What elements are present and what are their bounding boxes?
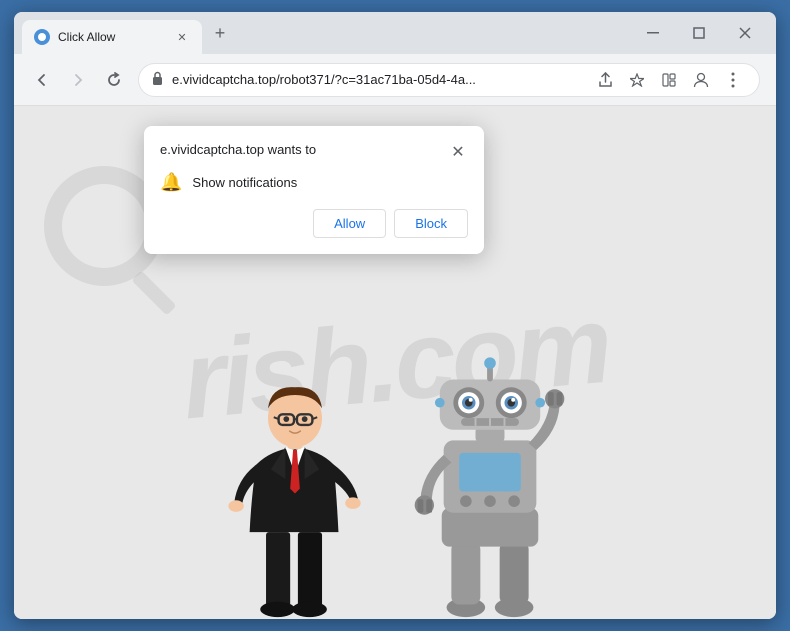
- tab-favicon-icon: [34, 29, 50, 45]
- popup-buttons: Allow Block: [160, 209, 468, 238]
- address-bar[interactable]: e.vividcaptcha.top/robot371/?c=31ac71ba-…: [138, 63, 760, 97]
- bookmark-icon[interactable]: [623, 66, 651, 94]
- share-icon[interactable]: [591, 66, 619, 94]
- new-tab-button[interactable]: +: [206, 19, 234, 47]
- browser-window: Click Allow ✕ +: [14, 12, 776, 619]
- extension-icon[interactable]: [655, 66, 683, 94]
- notification-popup: e.vividcaptcha.top wants to ✕ 🔔 Show not…: [144, 126, 484, 254]
- bell-icon: 🔔: [160, 172, 182, 193]
- popup-close-button[interactable]: ✕: [448, 142, 468, 162]
- profile-icon[interactable]: [687, 66, 715, 94]
- maximize-button[interactable]: [676, 17, 722, 49]
- notification-label: Show notifications: [192, 175, 297, 190]
- forward-button[interactable]: [62, 64, 94, 96]
- refresh-button[interactable]: [98, 64, 130, 96]
- navigation-bar: e.vividcaptcha.top/robot371/?c=31ac71ba-…: [14, 54, 776, 106]
- title-bar: Click Allow ✕ +: [14, 12, 776, 54]
- characters-illustration: [145, 339, 645, 619]
- robot-illustration: [400, 339, 580, 619]
- menu-icon[interactable]: [719, 66, 747, 94]
- tab-title: Click Allow: [58, 30, 166, 44]
- back-button[interactable]: [26, 64, 58, 96]
- page-content: rish.com: [14, 106, 776, 619]
- address-right-icons: [591, 66, 747, 94]
- popup-title: e.vividcaptcha.top wants to: [160, 142, 316, 157]
- notification-row: 🔔 Show notifications: [160, 172, 468, 193]
- tab-close-button[interactable]: ✕: [174, 29, 190, 45]
- block-button[interactable]: Block: [394, 209, 468, 238]
- person-illustration: [210, 339, 380, 619]
- allow-button[interactable]: Allow: [313, 209, 386, 238]
- popup-header: e.vividcaptcha.top wants to ✕: [160, 142, 468, 162]
- browser-tab[interactable]: Click Allow ✕: [22, 20, 202, 54]
- close-button[interactable]: [722, 17, 768, 49]
- lock-icon: [151, 71, 164, 88]
- minimize-button[interactable]: [630, 17, 676, 49]
- window-controls: [630, 17, 768, 49]
- address-text: e.vividcaptcha.top/robot371/?c=31ac71ba-…: [172, 72, 583, 87]
